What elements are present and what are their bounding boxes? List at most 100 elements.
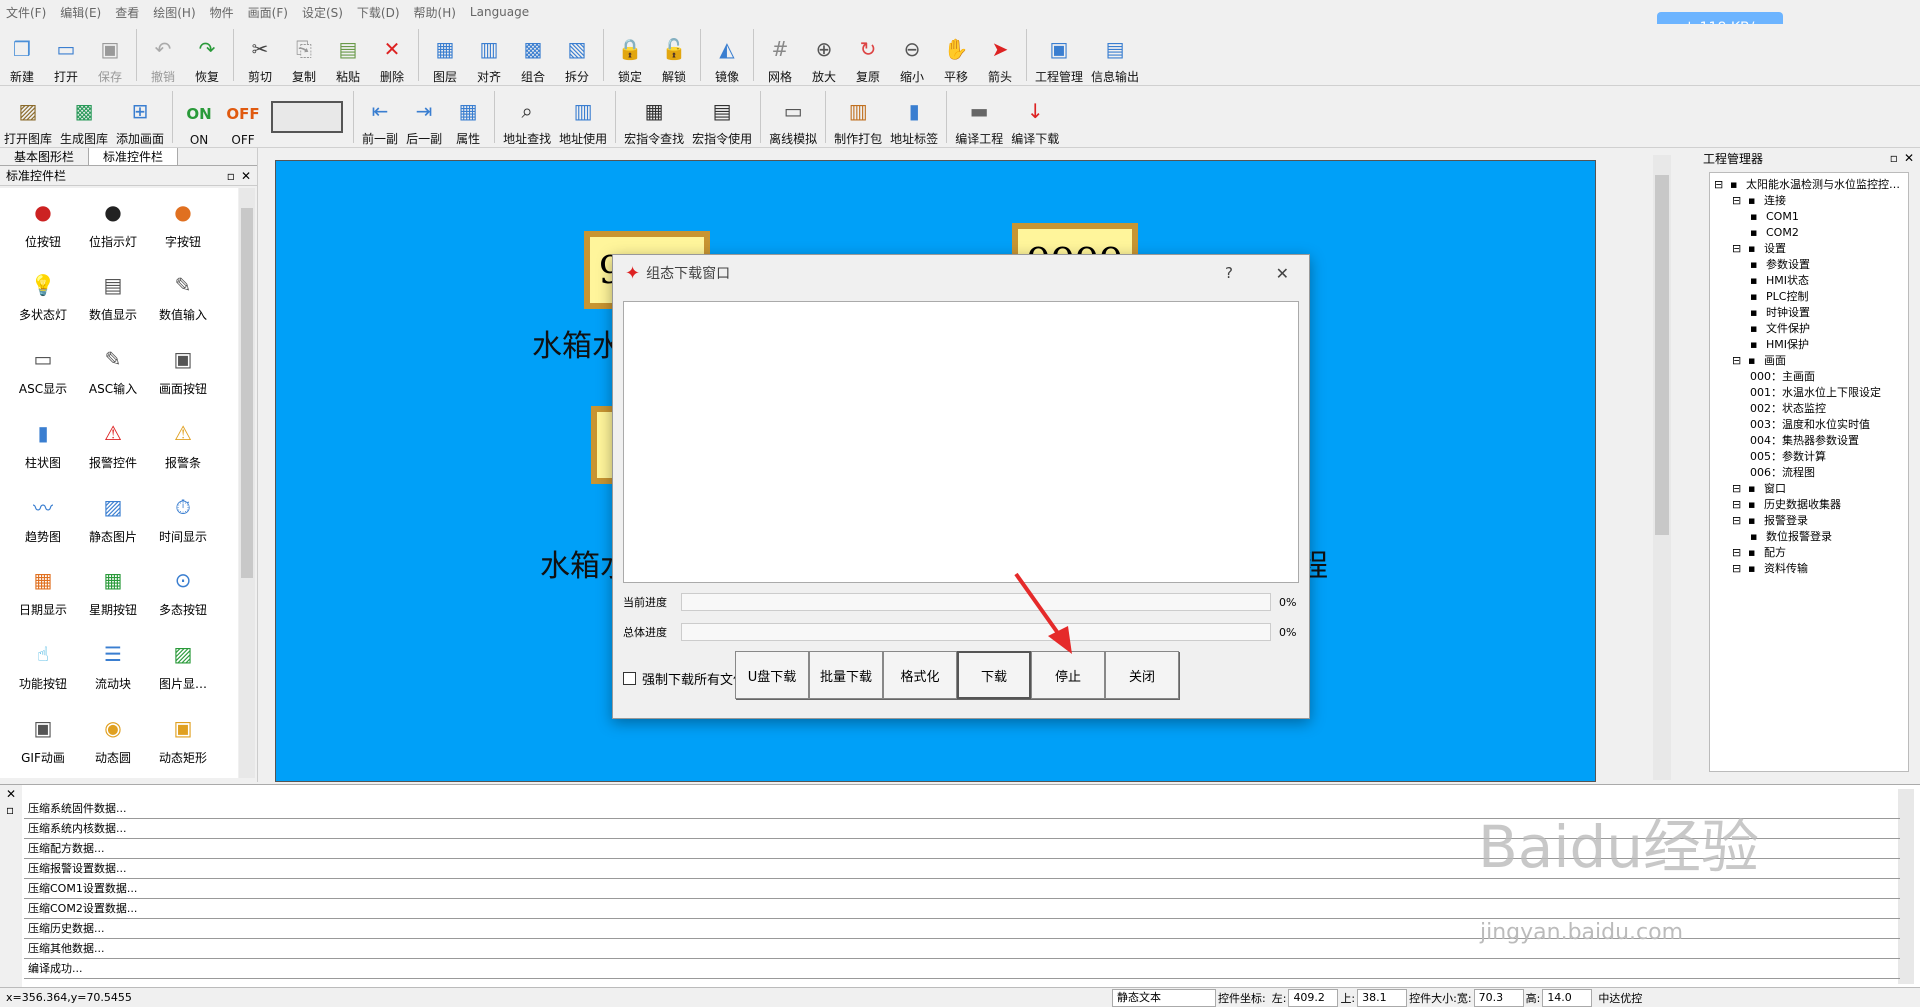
menu-item-5[interactable]: 画面(F) [248,4,288,21]
screen-selector[interactable] [271,101,344,133]
tree-node[interactable]: 000：主画面 [1714,369,1908,385]
tree-node[interactable]: ⊟ ▪ 历史数据收集器 [1714,497,1908,513]
close-icon[interactable]: ✕ [1904,151,1914,165]
toolbar-button-arrow[interactable]: ➤ 箭头 [978,27,1022,85]
toolbar-button-grid[interactable]: # 网格 [758,27,802,85]
menu-item-6[interactable]: 设定(S) [302,4,343,21]
toolbar-button-open[interactable]: ▭ 打开 [44,27,88,85]
toolbar-button-offline-sim[interactable]: ▭ 离线模拟 [765,89,821,147]
widget-flow-block[interactable]: ☰ 流动块 [78,631,148,701]
tree-node[interactable]: ▪ COM2 [1714,225,1908,241]
widget-image-display[interactable]: ▨ 图片显… [148,631,218,701]
tree-node[interactable]: 006：流程图 [1714,465,1908,481]
widget-bit-lamp[interactable]: ● 位指示灯 [78,188,148,258]
pin-icon[interactable]: ▫ [1890,151,1898,165]
widget-weekday-button[interactable]: ▦ 星期按钮 [78,557,148,627]
tree-node[interactable]: ▪ 参数设置 [1714,257,1908,273]
force-download-option[interactable]: 强制下载所有文件 [623,669,746,688]
widget-alarm-bar[interactable]: ⚠ 报警条 [148,409,218,479]
toolbar-button-mirror[interactable]: ◭ 镜像 [705,27,749,85]
tree-node[interactable]: 003：温度和水位实时值 [1714,417,1908,433]
dialog-close-button[interactable]: ✕ [1276,264,1289,283]
toolbar-button-lock[interactable]: 🔒 锁定 [608,27,652,85]
toolbar-button-compile[interactable]: ▬ 编译工程 [951,89,1007,147]
tree-node[interactable]: ⊟ ▪ 配方 [1714,545,1908,561]
widget-scrollbar[interactable] [239,188,255,778]
toolbar-button-undo[interactable]: ↶ 撤销 [141,27,185,85]
toolbar-button-compile-download[interactable]: ↓ 编译下载 [1007,89,1063,147]
widget-alarm-widget[interactable]: ⚠ 报警控件 [78,409,148,479]
toolbar-button-zoom-out[interactable]: ⊖ 缩小 [890,27,934,85]
expand-icon[interactable]: ⊟ [1732,243,1744,255]
toolbar-button-paste[interactable]: ▤ 粘贴 [326,27,370,85]
toolbar-button-macro-use[interactable]: ▤ 宏指令使用 [688,89,756,147]
tree-node[interactable]: ⊟ ▪ 连接 [1714,193,1908,209]
toolbar-button-package[interactable]: ▥ 制作打包 [830,89,886,147]
widget-date-display[interactable]: ▦ 日期显示 [8,557,78,627]
toolbar-button-restore[interactable]: ↻ 复原 [846,27,890,85]
widget-bit-button[interactable]: ● 位按钮 [8,188,78,258]
toolbar-button-pan[interactable]: ✋ 平移 [934,27,978,85]
tree-node[interactable]: ▪ PLC控制 [1714,289,1908,305]
menu-item-0[interactable]: 文件(F) [6,4,46,21]
toolbar-button-copy[interactable]: ⎘ 复制 [282,27,326,85]
widget-number-input[interactable]: ✎ 数值输入 [148,262,218,332]
close-icon[interactable]: ✕ [0,785,22,803]
static-text-1[interactable]: 水箱水 [532,321,622,365]
widget-static-image[interactable]: ▨ 静态图片 [78,483,148,553]
tree-node[interactable]: ⊟ ▪ 太阳能水温检测与水位监控控… [1714,177,1908,193]
toolbar-button-address-use[interactable]: ▥ 地址使用 [555,89,611,147]
tree-node[interactable]: ⊟ ▪ 窗口 [1714,481,1908,497]
tab-basic-shapes[interactable]: 基本图形栏 [0,148,90,165]
batch-download-button[interactable]: 批量下载 [809,651,883,699]
widget-gif[interactable]: ▣ GIF动画 [8,704,78,774]
toolbar-button-output[interactable]: ▤ 信息输出 [1087,27,1143,85]
toolbar-button-redo[interactable]: ↷ 恢复 [185,27,229,85]
widget-bar-chart[interactable]: ▮ 柱状图 [8,409,78,479]
widget-dynamic-circle[interactable]: ◉ 动态圆 [78,704,148,774]
toolbar-button-ungroup[interactable]: ▧ 拆分 [555,27,599,85]
expand-icon[interactable]: ⊟ [1732,499,1744,511]
tree-node[interactable]: 001：水温水位上下限设定 [1714,385,1908,401]
toolbar-button-delete[interactable]: ✕ 删除 [370,27,414,85]
tab-standard-widgets[interactable]: 标准控件栏 [89,148,179,165]
toolbar-button-group[interactable]: ▩ 组合 [511,27,555,85]
widget-multi-lamp[interactable]: 💡 多状态灯 [8,262,78,332]
toolbar-button-off[interactable]: OFF OFF [221,89,265,147]
expand-icon[interactable]: ⊟ [1732,563,1744,575]
expand-icon[interactable]: ⊟ [1732,195,1744,207]
toolbar-button-macro-find[interactable]: ▦ 宏指令查找 [620,89,688,147]
toolbar-button-build-library[interactable]: ▩ 生成图库 [56,89,112,147]
dialog-cancel-button[interactable]: 关闭 [1105,651,1179,699]
toolbar-button-unlock[interactable]: 🔓 解锁 [652,27,696,85]
widget-word-button[interactable]: ● 字按钮 [148,188,218,258]
menu-item-1[interactable]: 编辑(E) [60,4,101,21]
menu-item-3[interactable]: 绘图(H) [153,4,195,21]
widget-dynamic-rect[interactable]: ▣ 动态矩形 [148,704,218,774]
widget-screen-button[interactable]: ▣ 画面按钮 [148,336,218,406]
tree-node[interactable]: 004：集热器参数设置 [1714,433,1908,449]
output-scrollbar[interactable] [1898,789,1914,984]
toolbar-button-cut[interactable]: ✂ 剪切 [238,27,282,85]
widget-function-button[interactable]: ☝ 功能按钮 [8,631,78,701]
toolbar-button-new[interactable]: ❒ 新建 [0,27,44,85]
toolbar-button-address-tag[interactable]: ▮ 地址标签 [886,89,942,147]
toolbar-button-align[interactable]: ▥ 对齐 [467,27,511,85]
toolbar-button-address-find[interactable]: ⌕ 地址查找 [499,89,555,147]
widget-number-display[interactable]: ▤ 数值显示 [78,262,148,332]
tree-node[interactable]: ⊟ ▪ 报警登录 [1714,513,1908,529]
menu-item-2[interactable]: 查看 [115,4,139,21]
toolbar-button-properties[interactable]: ▦ 属性 [446,89,490,147]
menu-item-7[interactable]: 下载(D) [357,4,400,21]
tree-node[interactable]: ▪ 数位报警登录 [1714,529,1908,545]
widget-ascii-input[interactable]: ✎ ASC输入 [78,336,148,406]
widget-ascii-display[interactable]: ▭ ASC显示 [8,336,78,406]
tree-node[interactable]: 002：状态监控 [1714,401,1908,417]
expand-icon[interactable]: ⊟ [1732,355,1744,367]
tree-node[interactable]: ▪ HMI保护 [1714,337,1908,353]
menu-item-8[interactable]: 帮助(H) [414,4,456,21]
tree-node[interactable]: 005：参数计算 [1714,449,1908,465]
toolbar-button-next-screen[interactable]: ⇥ 后一副 [402,89,446,147]
toolbar-button-save[interactable]: ▣ 保存 [88,27,132,85]
format-button[interactable]: 格式化 [883,651,957,699]
